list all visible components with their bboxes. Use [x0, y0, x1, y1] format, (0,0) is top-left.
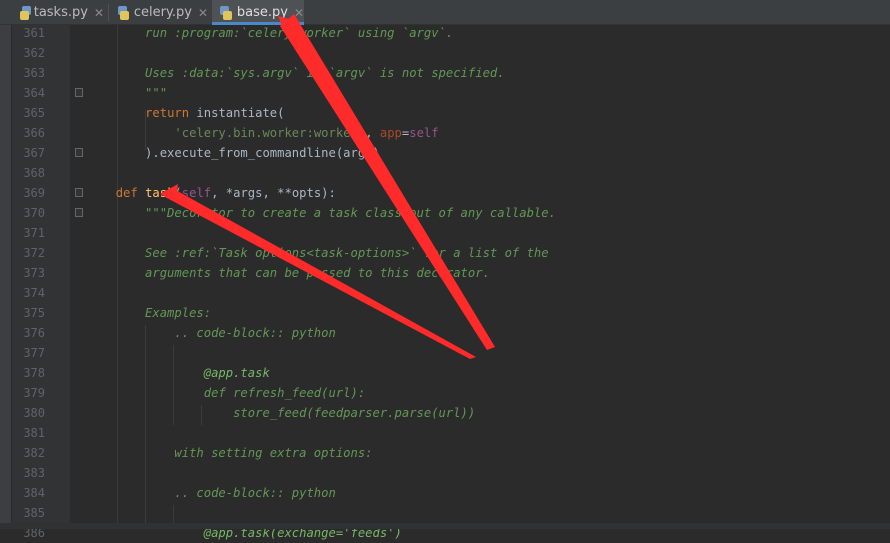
code-line[interactable]: 361 run :program:`celery worker` using `…: [0, 23, 890, 43]
code-line[interactable]: 364 """: [0, 83, 890, 103]
line-number: 364: [23, 86, 45, 100]
code-line[interactable]: 370 """Decorator to create a task class …: [0, 203, 890, 223]
line-number: 380: [23, 406, 45, 420]
code-text: """: [57, 86, 168, 100]
code-line[interactable]: 383: [0, 463, 890, 483]
line-number: 371: [23, 226, 45, 240]
line-number: 376: [23, 326, 45, 340]
line-number: 381: [23, 426, 45, 440]
code-line[interactable]: 385: [0, 503, 890, 523]
code-text: with setting extra options:: [57, 446, 373, 460]
code-line[interactable]: 379 def refresh_feed(url):: [0, 383, 890, 403]
code-line[interactable]: 374: [0, 283, 890, 303]
tab-label: base.py: [236, 5, 288, 20]
tab-tasks-py[interactable]: tasks.py ✕: [14, 0, 104, 25]
line-number: 383: [23, 466, 45, 480]
code-line[interactable]: 375 Examples:: [0, 303, 890, 323]
code-line[interactable]: 368: [0, 163, 890, 183]
code-text: Examples:: [57, 306, 212, 320]
code-text: def refresh_feed(url):: [57, 386, 366, 400]
line-number: 377: [23, 346, 45, 360]
python-file-icon: [220, 5, 232, 20]
code-text: store_feed(feedparser.parse(url)): [57, 406, 476, 420]
line-number: 379: [23, 386, 45, 400]
line-number: 367: [23, 146, 45, 160]
code-line[interactable]: 367 ).execute_from_commandline(argv): [0, 143, 890, 163]
code-text: return instantiate(: [145, 106, 285, 120]
code-text: .. code-block:: python: [57, 486, 336, 500]
line-number: 365: [23, 106, 45, 120]
code-line[interactable]: 378 @app.task: [0, 363, 890, 383]
python-file-icon: [118, 5, 129, 20]
code-text: Uses :data:`sys.argv` if `argv` is not s…: [57, 66, 505, 80]
line-number: 385: [23, 506, 45, 520]
code-line[interactable]: 365 return instantiate(: [0, 103, 890, 123]
tab-celery-py[interactable]: celery.py ✕: [110, 0, 208, 25]
python-file-icon: [19, 5, 31, 20]
line-number: 369: [23, 186, 45, 200]
line-number: 378: [23, 366, 45, 380]
line-number: 366: [23, 126, 45, 140]
line-number: 384: [23, 486, 45, 500]
horizontal-scrollbar[interactable]: [0, 523, 890, 529]
line-number: 372: [23, 246, 45, 260]
line-number: 370: [23, 206, 45, 220]
line-number: 374: [23, 286, 45, 300]
code-line[interactable]: 371: [0, 223, 890, 243]
code-line[interactable]: 384 .. code-block:: python: [0, 483, 890, 503]
line-number: 368: [23, 166, 45, 180]
close-icon[interactable]: ✕: [94, 6, 104, 20]
line-number: 382: [23, 446, 45, 460]
close-icon[interactable]: ✕: [294, 6, 304, 20]
code-text: See :ref:`Task options<task-options>` fo…: [57, 246, 549, 260]
editor-tab-bar: tasks.py ✕ celery.py ✕ base.py ✕: [0, 0, 890, 25]
code-line[interactable]: 380 store_feed(feedparser.parse(url)): [0, 403, 890, 423]
code-line[interactable]: 366 'celery.bin.worker:worker', app=self: [0, 123, 890, 143]
tab-label: celery.py: [133, 5, 192, 20]
code-line[interactable]: 369 def task(self, *args, **opts):: [0, 183, 890, 203]
line-number: 362: [23, 46, 45, 60]
close-icon[interactable]: ✕: [198, 6, 208, 20]
line-number: 375: [23, 306, 45, 320]
line-number: 373: [23, 266, 45, 280]
line-number: 363: [23, 66, 45, 80]
code-line[interactable]: 362: [0, 43, 890, 63]
code-text: run :program:`celery worker` using `argv…: [57, 26, 454, 40]
code-line[interactable]: 373 arguments that can be passed to this…: [0, 263, 890, 283]
tab-label: tasks.py: [33, 5, 88, 20]
code-line[interactable]: 382 with setting extra options:: [0, 443, 890, 463]
code-line[interactable]: 372 See :ref:`Task options<task-options>…: [0, 243, 890, 263]
tab-separator: [108, 4, 109, 21]
code-text: def task(self, *args, **opts):: [115, 186, 336, 200]
line-number: 361: [23, 26, 45, 40]
code-text: 'celery.bin.worker:worker', app=self: [174, 126, 439, 140]
code-text: .. code-block:: python: [57, 326, 336, 340]
code-text: arguments that can be passed to this dec…: [57, 266, 490, 280]
code-text: ).execute_from_commandline(argv): [57, 146, 380, 160]
code-line[interactable]: 376 .. code-block:: python: [0, 323, 890, 343]
code-text: """Decorator to create a task class out …: [57, 206, 556, 220]
tab-base-py[interactable]: base.py ✕: [212, 0, 304, 25]
code-line[interactable]: 377: [0, 343, 890, 363]
code-line[interactable]: 363 Uses :data:`sys.argv` if `argv` is n…: [0, 63, 890, 83]
code-line[interactable]: 381: [0, 423, 890, 443]
code-text: @app.task: [203, 366, 270, 380]
